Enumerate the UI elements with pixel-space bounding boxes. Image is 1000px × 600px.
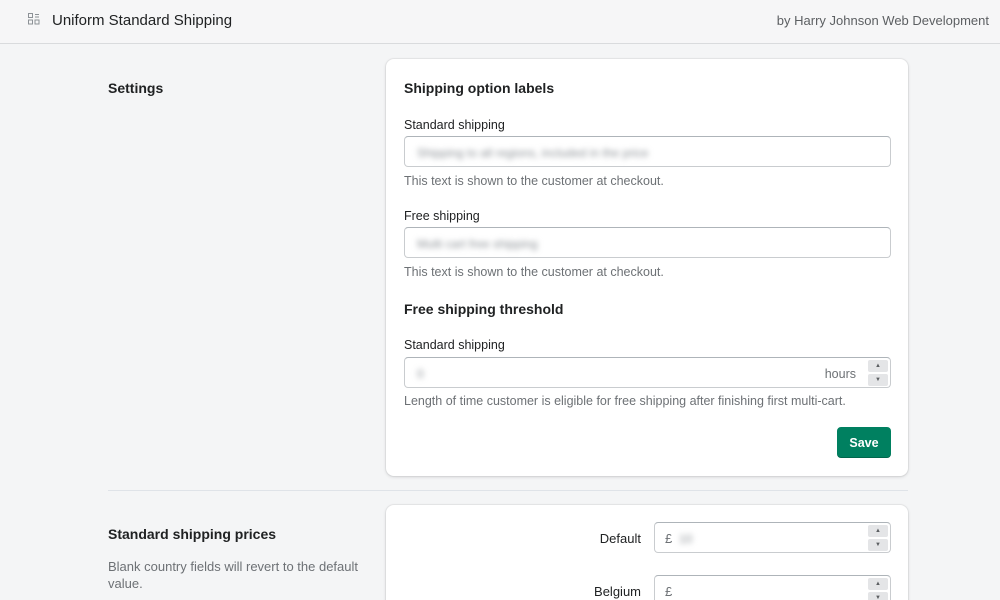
standard-shipping-input[interactable]: Shipping to all regions, included in the… bbox=[404, 136, 891, 167]
default-price-stepper: ▲ ▼ bbox=[868, 525, 888, 551]
threshold-hours-input[interactable]: 0 hours ▲ ▼ bbox=[404, 357, 891, 388]
settings-card: Shipping option labels Standard shipping… bbox=[386, 59, 908, 476]
standard-shipping-label: Standard shipping bbox=[404, 118, 505, 132]
settings-section-title: Settings bbox=[108, 80, 164, 96]
belgium-price-input[interactable]: £ ▲ ▼ bbox=[654, 575, 891, 600]
prices-section-description: Blank country fields will revert to the … bbox=[108, 559, 359, 591]
free-shipping-label: Free shipping bbox=[404, 209, 480, 223]
decrement-icon[interactable]: ▼ bbox=[868, 374, 888, 386]
app-title: Uniform Standard Shipping bbox=[52, 12, 233, 29]
threshold-stepper: ▲ ▼ bbox=[868, 360, 888, 386]
threshold-value: 0 bbox=[417, 367, 424, 381]
currency-prefix: £ bbox=[665, 531, 673, 546]
default-price-input[interactable]: £ 10 ▲ ▼ bbox=[654, 522, 891, 553]
standard-shipping-value: Shipping to all regions, included in the… bbox=[417, 146, 649, 160]
increment-icon[interactable]: ▲ bbox=[868, 360, 888, 372]
section-divider bbox=[108, 490, 908, 491]
free-shipping-input[interactable]: Multi cart free shipping bbox=[404, 227, 891, 258]
threshold-help: Length of time customer is eligible for … bbox=[404, 394, 846, 408]
price-row-label: Belgium bbox=[594, 584, 641, 599]
free-shipping-help: This text is shown to the customer at ch… bbox=[404, 265, 664, 279]
developer-byline: by Harry Johnson Web Development bbox=[776, 13, 989, 28]
decrement-icon[interactable]: ▼ bbox=[868, 539, 888, 551]
free-shipping-value: Multi cart free shipping bbox=[417, 237, 538, 251]
shipping-labels-heading: Shipping option labels bbox=[404, 80, 555, 96]
top-bar: Uniform Standard Shipping by Harry Johns… bbox=[0, 0, 1000, 44]
decrement-icon[interactable]: ▼ bbox=[868, 592, 888, 600]
apps-grid-icon bbox=[28, 13, 40, 25]
increment-icon[interactable]: ▲ bbox=[868, 525, 888, 537]
belgium-price-stepper: ▲ ▼ bbox=[868, 578, 888, 600]
currency-prefix: £ bbox=[665, 584, 673, 599]
threshold-label: Standard shipping bbox=[404, 338, 505, 352]
save-button[interactable]: Save bbox=[837, 427, 891, 458]
price-row-label: Default bbox=[599, 531, 641, 546]
increment-icon[interactable]: ▲ bbox=[868, 578, 888, 590]
hours-suffix: hours bbox=[824, 367, 856, 381]
default-price-value: 10 bbox=[679, 532, 693, 546]
threshold-heading: Free shipping threshold bbox=[404, 301, 564, 317]
standard-shipping-help: This text is shown to the customer at ch… bbox=[404, 174, 664, 188]
prices-card: Default £ 10 ▲ ▼ Belgium £ ▲ ▼ bbox=[386, 505, 908, 600]
prices-section-title: Standard shipping prices bbox=[108, 526, 277, 542]
